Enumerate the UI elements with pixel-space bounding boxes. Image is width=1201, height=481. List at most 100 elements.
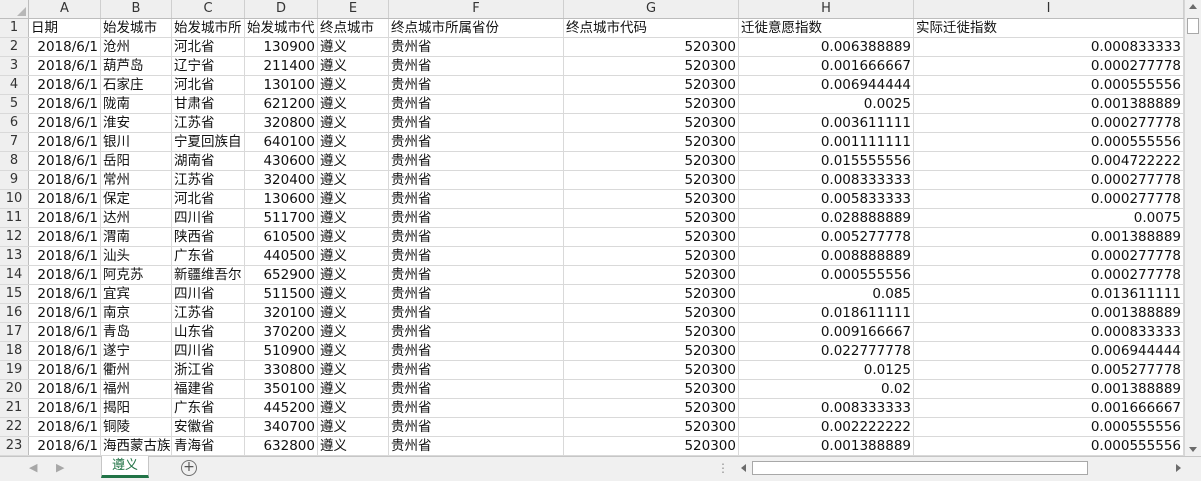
data-cell[interactable]: 0.006944444: [914, 342, 1184, 360]
data-cell[interactable]: 遵义: [318, 361, 389, 379]
data-cell[interactable]: 2018/6/1: [29, 209, 101, 227]
data-cell[interactable]: 保定: [101, 190, 172, 208]
row-header[interactable]: 2: [0, 38, 29, 56]
data-cell[interactable]: 遵义: [318, 152, 389, 170]
data-cell[interactable]: 福州: [101, 380, 172, 398]
data-cell[interactable]: 四川省: [172, 209, 245, 227]
data-cell[interactable]: 衢州: [101, 361, 172, 379]
data-cell[interactable]: 2018/6/1: [29, 323, 101, 341]
data-cell[interactable]: 遵义: [318, 171, 389, 189]
data-cell[interactable]: 贵州省: [389, 361, 564, 379]
data-cell[interactable]: 0.005277778: [914, 361, 1184, 379]
data-cell[interactable]: 652900: [245, 266, 318, 284]
data-cell[interactable]: 2018/6/1: [29, 361, 101, 379]
scroll-up-arrow-icon[interactable]: [1189, 4, 1197, 9]
data-cell[interactable]: 0.001388889: [914, 380, 1184, 398]
select-all-corner[interactable]: [0, 0, 29, 18]
data-cell[interactable]: 2018/6/1: [29, 342, 101, 360]
column-header[interactable]: A: [29, 0, 101, 18]
data-cell[interactable]: 0.000277778: [914, 114, 1184, 132]
data-cell[interactable]: 贵州省: [389, 380, 564, 398]
data-cell[interactable]: 520300: [564, 247, 739, 265]
data-cell[interactable]: 2018/6/1: [29, 190, 101, 208]
data-cell[interactable]: 320800: [245, 114, 318, 132]
data-cell[interactable]: 广东省: [172, 247, 245, 265]
data-cell[interactable]: 四川省: [172, 342, 245, 360]
data-cell[interactable]: 320400: [245, 171, 318, 189]
data-cell[interactable]: 葫芦岛: [101, 57, 172, 75]
header-cell[interactable]: 实际迁徙指数: [914, 19, 1184, 37]
data-cell[interactable]: 340700: [245, 418, 318, 436]
data-cell[interactable]: 0.022777778: [739, 342, 914, 360]
data-cell[interactable]: 0.005833333: [739, 190, 914, 208]
row-header[interactable]: 10: [0, 190, 29, 208]
row-header[interactable]: 1: [0, 19, 29, 37]
data-cell[interactable]: 2018/6/1: [29, 95, 101, 113]
data-cell[interactable]: 河北省: [172, 190, 245, 208]
data-cell[interactable]: 宁夏回族自: [172, 133, 245, 151]
header-cell[interactable]: 始发城市: [101, 19, 172, 37]
data-cell[interactable]: 0.006944444: [739, 76, 914, 94]
data-cell[interactable]: 2018/6/1: [29, 228, 101, 246]
data-cell[interactable]: 0.000833333: [914, 38, 1184, 56]
data-cell[interactable]: 石家庄: [101, 76, 172, 94]
data-cell[interactable]: 江苏省: [172, 304, 245, 322]
data-cell[interactable]: 0.001111111: [739, 133, 914, 151]
data-cell[interactable]: 0.018611111: [739, 304, 914, 322]
row-header[interactable]: 14: [0, 266, 29, 284]
data-cell[interactable]: 江苏省: [172, 114, 245, 132]
data-cell[interactable]: 520300: [564, 133, 739, 151]
scroll-right-arrow-icon[interactable]: [1176, 464, 1181, 472]
row-header[interactable]: 13: [0, 247, 29, 265]
data-cell[interactable]: 遵义: [318, 114, 389, 132]
data-cell[interactable]: 遵义: [318, 57, 389, 75]
tab-splitter-handle-icon[interactable]: ⋮: [717, 462, 729, 474]
data-cell[interactable]: 青海省: [172, 437, 245, 455]
data-cell[interactable]: 遵义: [318, 304, 389, 322]
data-cell[interactable]: 0.008333333: [739, 399, 914, 417]
data-cell[interactable]: 2018/6/1: [29, 247, 101, 265]
data-cell[interactable]: 0.000555556: [914, 437, 1184, 455]
data-cell[interactable]: 0.002222222: [739, 418, 914, 436]
data-cell[interactable]: 遵义: [318, 323, 389, 341]
row-header[interactable]: 7: [0, 133, 29, 151]
data-cell[interactable]: 常州: [101, 171, 172, 189]
data-cell[interactable]: 揭阳: [101, 399, 172, 417]
data-cell[interactable]: 632800: [245, 437, 318, 455]
data-cell[interactable]: 0.085: [739, 285, 914, 303]
row-header[interactable]: 22: [0, 418, 29, 436]
data-cell[interactable]: 贵州省: [389, 323, 564, 341]
data-cell[interactable]: 0.000555556: [914, 76, 1184, 94]
data-cell[interactable]: 新疆维吾尔: [172, 266, 245, 284]
data-cell[interactable]: 安徽省: [172, 418, 245, 436]
row-header[interactable]: 16: [0, 304, 29, 322]
data-cell[interactable]: 2018/6/1: [29, 285, 101, 303]
data-cell[interactable]: 贵州省: [389, 418, 564, 436]
data-cell[interactable]: 520300: [564, 437, 739, 455]
data-cell[interactable]: 遵义: [318, 209, 389, 227]
data-cell[interactable]: 2018/6/1: [29, 304, 101, 322]
horizontal-scroll-thumb[interactable]: [752, 461, 1088, 475]
data-cell[interactable]: 0.001388889: [914, 304, 1184, 322]
data-cell[interactable]: 520300: [564, 361, 739, 379]
data-cell[interactable]: 遵义: [318, 285, 389, 303]
data-cell[interactable]: 贵州省: [389, 133, 564, 151]
data-cell[interactable]: 0.000277778: [914, 171, 1184, 189]
data-cell[interactable]: 440500: [245, 247, 318, 265]
data-cell[interactable]: 350100: [245, 380, 318, 398]
data-cell[interactable]: 510900: [245, 342, 318, 360]
row-header[interactable]: 5: [0, 95, 29, 113]
column-header[interactable]: H: [739, 0, 914, 18]
data-cell[interactable]: 0.028888889: [739, 209, 914, 227]
header-cell[interactable]: 迁徙意愿指数: [739, 19, 914, 37]
row-header[interactable]: 4: [0, 76, 29, 94]
data-cell[interactable]: 520300: [564, 190, 739, 208]
data-cell[interactable]: 0.02: [739, 380, 914, 398]
data-cell[interactable]: 430600: [245, 152, 318, 170]
data-cell[interactable]: 520300: [564, 380, 739, 398]
data-cell[interactable]: 445200: [245, 399, 318, 417]
column-header[interactable]: F: [389, 0, 564, 18]
scroll-left-arrow-icon[interactable]: [741, 464, 746, 472]
data-cell[interactable]: 520300: [564, 38, 739, 56]
data-cell[interactable]: 0.001666667: [739, 57, 914, 75]
